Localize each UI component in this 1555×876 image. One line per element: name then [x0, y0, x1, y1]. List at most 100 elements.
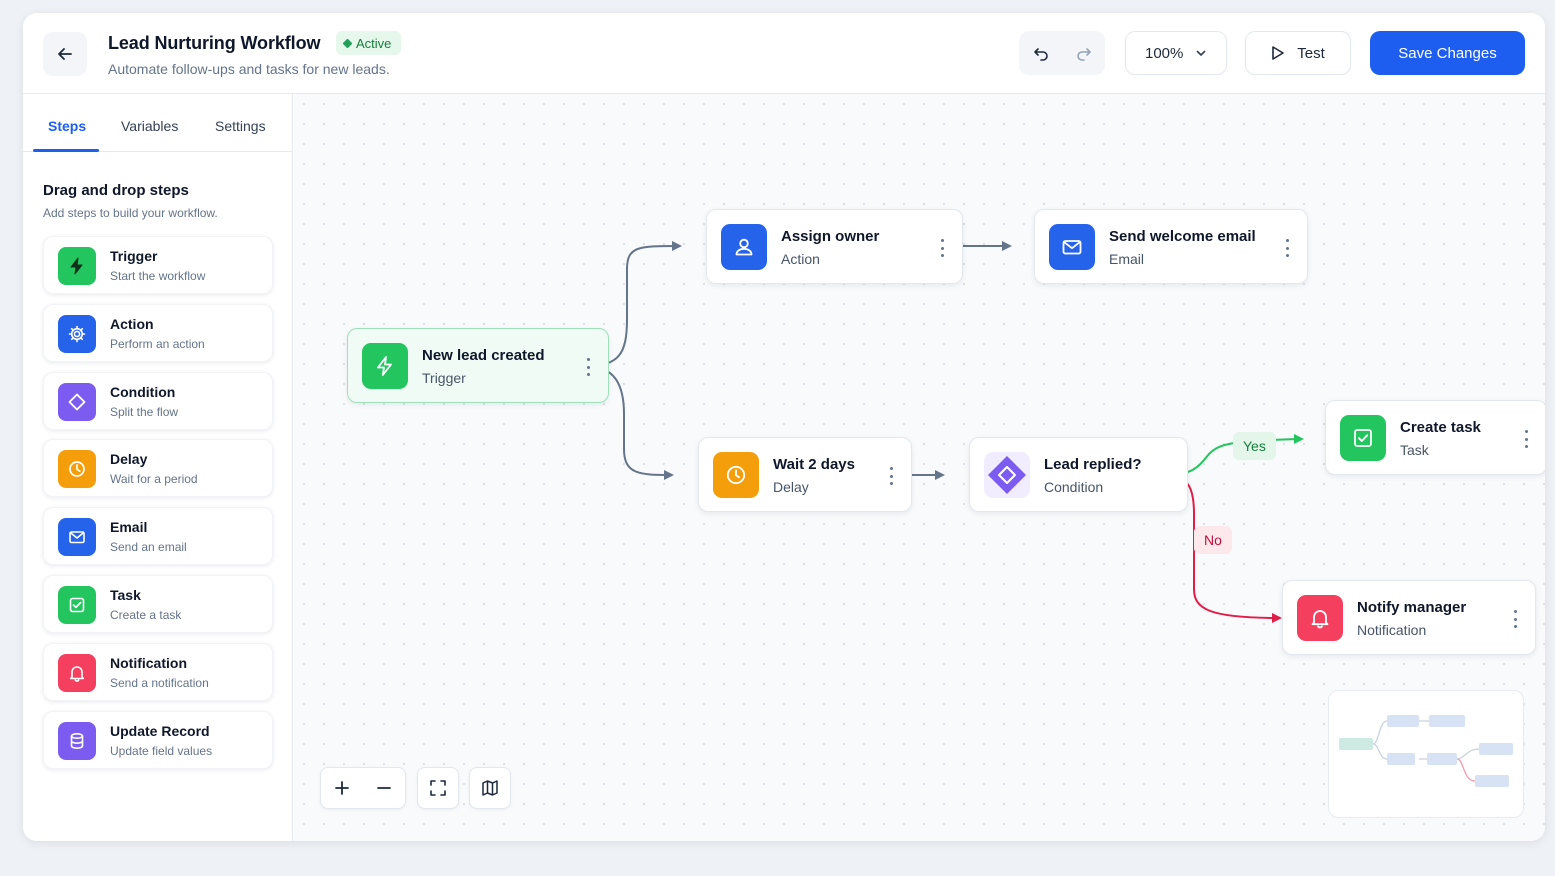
step-palette: Trigger Start the workflow Action Perfor…	[43, 236, 273, 778]
palette-item-desc: Wait for a period	[110, 472, 198, 487]
play-icon	[1272, 46, 1285, 60]
palette-item-action[interactable]: Action Perform an action	[43, 303, 273, 362]
zoom-in-button[interactable]	[321, 768, 363, 808]
node-type: Task	[1400, 442, 1429, 458]
bell-icon	[58, 653, 96, 692]
zoom-controls	[320, 767, 406, 809]
palette-item-desc: Send an email	[110, 540, 187, 555]
node-menu-button[interactable]	[580, 356, 596, 378]
undo-button[interactable]	[1019, 31, 1062, 75]
fit-view-icon	[430, 780, 446, 796]
node-title: Wait 2 days	[773, 456, 855, 473]
zoom-select[interactable]: 100%	[1125, 31, 1227, 75]
active-tab-indicator	[33, 149, 99, 152]
fit-view-button[interactable]	[417, 767, 459, 809]
minimap[interactable]	[1328, 690, 1524, 818]
test-button[interactable]: Test	[1245, 31, 1351, 75]
palette-item-desc: Create a task	[110, 607, 182, 622]
palette-item-name: Delay	[110, 451, 148, 468]
palette-item-name: Notification	[110, 654, 187, 671]
palette-item-update-record[interactable]: Update Record Update field values	[43, 710, 273, 769]
arrowhead-assign	[672, 241, 682, 251]
zoom-out-button[interactable]	[363, 768, 405, 808]
palette-item-desc: Update field values	[110, 743, 213, 758]
lightning-icon	[362, 343, 408, 389]
node-new-lead-created[interactable]: New lead created Trigger	[347, 328, 609, 403]
branch-label-no: No	[1194, 526, 1232, 554]
status-label: Active	[356, 35, 392, 51]
palette-item-name: Condition	[110, 383, 176, 400]
page-title: Lead Nurturing Workflow	[108, 33, 321, 53]
arrowhead-yes	[1294, 434, 1304, 444]
palette-item-condition[interactable]: Condition Split the flow	[43, 371, 273, 430]
workflow-canvas[interactable]: New lead created Trigger Assign owner Ac…	[294, 94, 1545, 841]
palette-item-task[interactable]: Task Create a task	[43, 574, 273, 633]
palette-item-desc: Split the flow	[110, 404, 179, 419]
sidebar-tabs: Steps Variables Settings	[23, 94, 293, 152]
node-wait-2-days[interactable]: Wait 2 days Delay	[698, 437, 912, 512]
tab-steps[interactable]: Steps	[48, 118, 86, 134]
status-badge: Active	[336, 31, 402, 55]
user-icon	[721, 224, 767, 270]
map-icon	[482, 780, 498, 796]
redo-icon	[1076, 48, 1091, 61]
undo-icon	[1033, 48, 1048, 61]
checkbox-icon	[58, 585, 96, 624]
palette-item-notification[interactable]: Notification Send a notification	[43, 642, 273, 701]
node-notify-manager[interactable]: Notify manager Notification	[1282, 580, 1536, 655]
minimap-preview	[1339, 715, 1513, 787]
page-subtitle: Automate follow-ups and tasks for new le…	[108, 61, 390, 77]
node-menu-button[interactable]	[1507, 608, 1523, 630]
checkbox-icon	[1340, 415, 1386, 461]
header-bar: Lead Nurturing Workflow Active Automate …	[23, 13, 1545, 94]
node-title: Send welcome email	[1109, 228, 1256, 245]
tab-settings[interactable]: Settings	[215, 118, 266, 134]
node-menu-button[interactable]	[934, 237, 950, 259]
node-type: Action	[781, 251, 820, 267]
zoom-out-icon	[377, 787, 391, 789]
arrowhead-no	[1272, 613, 1282, 623]
sidebar-heading: Drag and drop steps	[43, 182, 189, 199]
node-menu-button[interactable]	[883, 465, 899, 487]
node-type: Trigger	[422, 370, 466, 386]
mail-icon	[58, 518, 96, 557]
node-create-task[interactable]: Create task Task	[1325, 400, 1545, 475]
palette-item-name: Action	[110, 315, 154, 332]
back-button[interactable]	[43, 32, 87, 76]
minimap-toggle-button[interactable]	[469, 767, 511, 809]
status-dot-icon	[342, 38, 353, 48]
palette-item-trigger[interactable]: Trigger Start the workflow	[43, 236, 273, 294]
save-changes-button[interactable]: Save Changes	[1370, 31, 1525, 75]
palette-item-name: Update Record	[110, 722, 210, 739]
redo-button[interactable]	[1062, 31, 1105, 75]
node-lead-replied[interactable]: Lead replied? Condition	[969, 437, 1188, 512]
palette-item-email[interactable]: Email Send an email	[43, 507, 273, 566]
palette-item-desc: Perform an action	[110, 336, 205, 351]
node-title: New lead created	[422, 347, 545, 364]
palette-item-desc: Start the workflow	[110, 269, 206, 283]
clock-icon	[58, 450, 96, 489]
arrowhead-condition	[935, 470, 945, 480]
node-menu-button[interactable]	[1518, 428, 1534, 450]
test-label: Test	[1297, 44, 1325, 62]
tab-variables[interactable]: Variables	[121, 118, 178, 134]
palette-item-name: Task	[110, 586, 141, 603]
node-menu-button[interactable]	[1279, 237, 1295, 259]
palette-item-name: Trigger	[110, 248, 158, 264]
palette-item-delay[interactable]: Delay Wait for a period	[43, 439, 273, 498]
chevron-down-icon	[1196, 50, 1206, 56]
sidebar-subheading: Add steps to build your workflow.	[43, 206, 218, 220]
mail-icon	[1049, 224, 1095, 270]
node-type: Notification	[1357, 622, 1427, 638]
palette-item-name: Email	[110, 519, 148, 536]
gear-icon	[58, 314, 96, 353]
node-title: Assign owner	[781, 228, 880, 245]
node-type: Email	[1109, 251, 1145, 267]
node-assign-owner[interactable]: Assign owner Action	[706, 209, 963, 284]
diamond-icon	[58, 382, 96, 421]
lightning-icon	[58, 247, 96, 285]
node-type: Condition	[1044, 479, 1104, 495]
node-send-welcome-email[interactable]: Send welcome email Email	[1034, 209, 1308, 284]
node-title: Notify manager	[1357, 599, 1467, 616]
bell-icon	[1297, 595, 1343, 641]
